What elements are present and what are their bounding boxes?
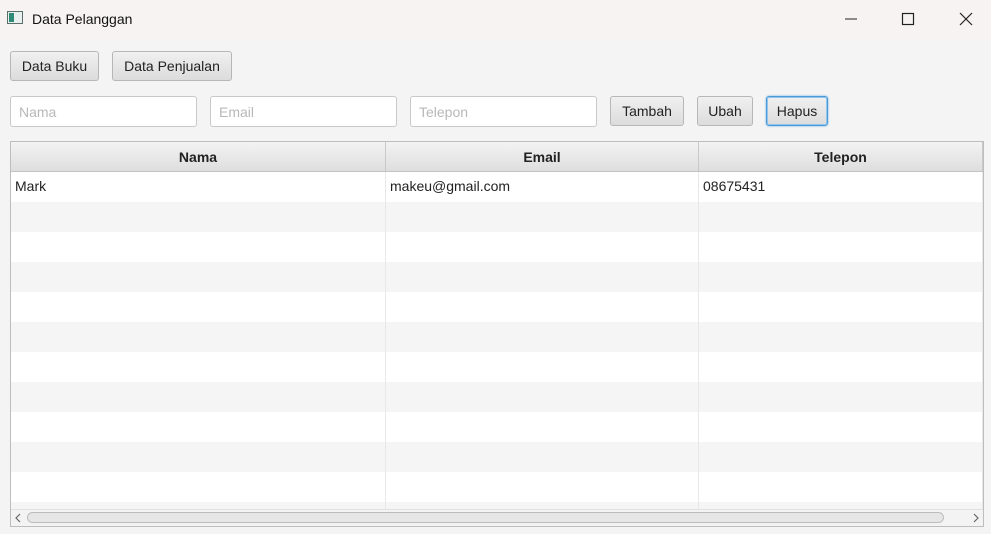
cell-email: makeu@gmail.com [386, 172, 699, 202]
data-buku-button[interactable]: Data Buku [10, 51, 99, 81]
data-penjualan-button[interactable]: Data Penjualan [112, 51, 232, 81]
empty-row [11, 352, 983, 382]
empty-row [11, 262, 983, 292]
cell-nama: Mark [11, 172, 386, 202]
table-body: Mark makeu@gmail.com 08675431 [11, 172, 983, 509]
table-header: Nama Email Telepon [11, 142, 983, 172]
empty-row [11, 442, 983, 472]
title-bar: Data Pelanggan [0, 0, 991, 39]
empty-row [11, 322, 983, 352]
nama-input[interactable] [10, 96, 197, 127]
horizontal-scrollbar[interactable] [11, 509, 983, 526]
close-icon [959, 12, 973, 26]
maximize-button[interactable] [885, 0, 931, 39]
column-header-telepon[interactable]: Telepon [699, 142, 983, 171]
empty-row [11, 292, 983, 322]
scrollbar-thumb[interactable] [27, 512, 944, 523]
column-header-nama[interactable]: Nama [11, 142, 386, 171]
tambah-button[interactable]: Tambah [610, 96, 684, 126]
scroll-left-icon[interactable] [11, 511, 25, 525]
app-icon [7, 11, 23, 24]
hapus-button[interactable]: Hapus [766, 96, 828, 126]
minimize-button[interactable] [828, 0, 874, 39]
pelanggan-table[interactable]: Nama Email Telepon Mark makeu@gmail.com … [10, 141, 984, 527]
maximize-icon [901, 12, 915, 26]
empty-row [11, 412, 983, 442]
email-input[interactable] [210, 96, 397, 127]
cell-telepon: 08675431 [699, 172, 983, 202]
empty-row [11, 472, 983, 502]
empty-row [11, 502, 983, 509]
empty-row [11, 232, 983, 262]
column-header-email[interactable]: Email [386, 142, 699, 171]
close-button[interactable] [943, 0, 989, 39]
scroll-right-icon[interactable] [969, 511, 983, 525]
empty-row [11, 382, 983, 412]
ubah-button[interactable]: Ubah [697, 96, 753, 126]
minimize-icon [845, 18, 857, 20]
window-title: Data Pelanggan [32, 11, 133, 27]
telepon-input[interactable] [410, 96, 597, 127]
empty-row [11, 202, 983, 232]
table-row[interactable]: Mark makeu@gmail.com 08675431 [11, 172, 983, 202]
